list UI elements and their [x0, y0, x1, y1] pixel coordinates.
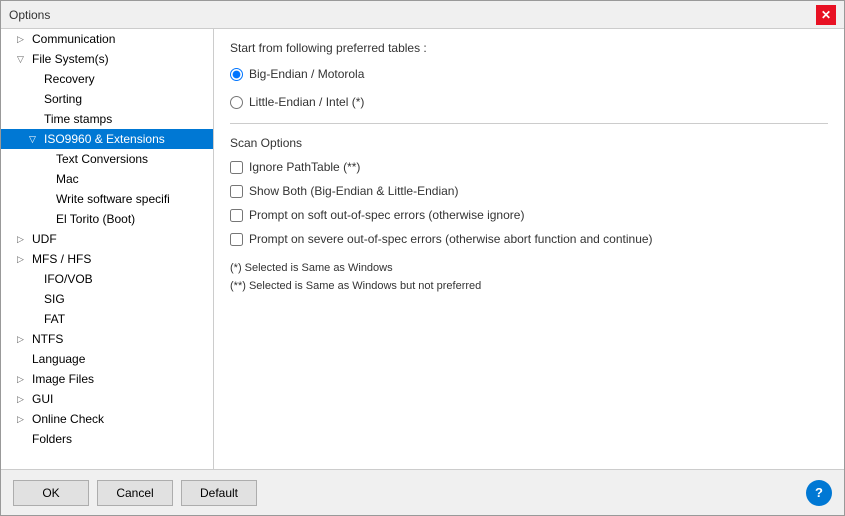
tree-label-language: Language	[32, 352, 85, 366]
scan-options-title: Scan Options	[230, 136, 828, 150]
tree-item-sorting[interactable]: Sorting	[1, 89, 213, 109]
tree-arrow-ntfs: ▷	[17, 334, 29, 345]
tree-item-el-torito[interactable]: El Torito (Boot)	[1, 209, 213, 229]
tree-item-ifo-vob[interactable]: IFO/VOB	[1, 269, 213, 289]
section-title: Start from following preferred tables :	[230, 41, 828, 55]
close-button[interactable]: ✕	[816, 5, 836, 25]
tree-arrow-udf: ▷	[17, 234, 29, 245]
tree-label-fat: FAT	[44, 312, 65, 326]
note-text: (*) Selected is Same as Windows (**) Sel…	[230, 260, 828, 295]
divider	[230, 123, 828, 124]
tree-item-write-software[interactable]: Write software specifi	[1, 189, 213, 209]
tree-item-fat[interactable]: FAT	[1, 309, 213, 329]
tree-label-folders: Folders	[32, 432, 72, 446]
radio-big-endian[interactable]: Big-Endian / Motorola	[230, 67, 828, 81]
radio-big-endian-label[interactable]: Big-Endian / Motorola	[249, 67, 364, 81]
checkbox-input-prompt-severe[interactable]	[230, 233, 243, 246]
tree-label-sig: SIG	[44, 292, 65, 306]
tree-label-ifo-vob: IFO/VOB	[44, 272, 93, 286]
tree-arrow-iso9960: ▽	[29, 134, 41, 145]
tree-item-communication[interactable]: ▷Communication	[1, 29, 213, 49]
tree-arrow-gui: ▷	[17, 394, 29, 405]
tree-item-time-stamps[interactable]: Time stamps	[1, 109, 213, 129]
tree-label-gui: GUI	[32, 392, 53, 406]
checkbox-prompt-severe[interactable]: Prompt on severe out-of-spec errors (oth…	[230, 232, 828, 246]
checkbox-label-prompt-severe[interactable]: Prompt on severe out-of-spec errors (oth…	[249, 232, 653, 246]
tree-arrow-file-systems: ▽	[17, 54, 29, 65]
checkbox-prompt-soft[interactable]: Prompt on soft out-of-spec errors (other…	[230, 208, 828, 222]
tree-item-folders[interactable]: Folders	[1, 429, 213, 449]
checkbox-label-ignore-path-table[interactable]: Ignore PathTable (**)	[249, 160, 360, 174]
window-title: Options	[9, 8, 50, 22]
note1: (*) Selected is Same as Windows	[230, 260, 828, 278]
tree-item-udf[interactable]: ▷UDF	[1, 229, 213, 249]
tree-label-text-conversions: Text Conversions	[56, 152, 148, 166]
default-button[interactable]: Default	[181, 480, 257, 506]
help-button[interactable]: ?	[806, 480, 832, 506]
radio-little-endian-label[interactable]: Little-Endian / Intel (*)	[249, 95, 364, 109]
checkbox-label-show-both[interactable]: Show Both (Big-Endian & Little-Endian)	[249, 184, 458, 198]
tree-label-mfs-hfs: MFS / HFS	[32, 252, 91, 266]
tree-item-file-systems[interactable]: ▽File System(s)	[1, 49, 213, 69]
tree-label-file-systems: File System(s)	[32, 52, 109, 66]
cancel-button[interactable]: Cancel	[97, 480, 173, 506]
tree-label-iso9960: ISO9960 & Extensions	[44, 132, 165, 146]
title-bar: Options ✕	[1, 1, 844, 29]
checkbox-input-prompt-soft[interactable]	[230, 209, 243, 222]
tree-item-iso9960[interactable]: ▽ISO9960 & Extensions	[1, 129, 213, 149]
tree-item-ntfs[interactable]: ▷NTFS	[1, 329, 213, 349]
tree-arrow-image-files: ▷	[17, 374, 29, 385]
options-window: Options ✕ ▷Communication▽File System(s)R…	[0, 0, 845, 516]
radio-little-endian[interactable]: Little-Endian / Intel (*)	[230, 95, 828, 109]
checkbox-input-ignore-path-table[interactable]	[230, 161, 243, 174]
tree-label-mac: Mac	[56, 172, 79, 186]
main-content: ▷Communication▽File System(s)RecoverySor…	[1, 29, 844, 469]
tree-arrow-online-check: ▷	[17, 414, 29, 425]
tree-item-mfs-hfs[interactable]: ▷MFS / HFS	[1, 249, 213, 269]
note2: (**) Selected is Same as Windows but not…	[230, 278, 828, 296]
tree-item-text-conversions[interactable]: Text Conversions	[1, 149, 213, 169]
tree-item-language[interactable]: Language	[1, 349, 213, 369]
tree-label-el-torito: El Torito (Boot)	[56, 212, 135, 226]
tree-item-online-check[interactable]: ▷Online Check	[1, 409, 213, 429]
tree-arrow-communication: ▷	[17, 34, 29, 45]
tree-label-sorting: Sorting	[44, 92, 82, 106]
tree-label-udf: UDF	[32, 232, 57, 246]
tree-item-recovery[interactable]: Recovery	[1, 69, 213, 89]
checkbox-ignore-path-table[interactable]: Ignore PathTable (**)	[230, 160, 828, 174]
tree-item-mac[interactable]: Mac	[1, 169, 213, 189]
tree-area[interactable]: ▷Communication▽File System(s)RecoverySor…	[1, 29, 213, 469]
tree-item-sig[interactable]: SIG	[1, 289, 213, 309]
tree-label-write-software: Write software specifi	[56, 192, 170, 206]
bottom-bar: OK Cancel Default ?	[1, 469, 844, 515]
tree-label-ntfs: NTFS	[32, 332, 63, 346]
tree-item-gui[interactable]: ▷GUI	[1, 389, 213, 409]
checkbox-label-prompt-soft[interactable]: Prompt on soft out-of-spec errors (other…	[249, 208, 524, 222]
ok-button[interactable]: OK	[13, 480, 89, 506]
left-panel: ▷Communication▽File System(s)RecoverySor…	[1, 29, 214, 469]
tree-label-recovery: Recovery	[44, 72, 95, 86]
tree-label-time-stamps: Time stamps	[44, 112, 112, 126]
tree-item-image-files[interactable]: ▷Image Files	[1, 369, 213, 389]
radio-big-endian-input[interactable]	[230, 68, 243, 81]
checkbox-input-show-both[interactable]	[230, 185, 243, 198]
tree-label-image-files: Image Files	[32, 372, 94, 386]
checkbox-show-both[interactable]: Show Both (Big-Endian & Little-Endian)	[230, 184, 828, 198]
right-panel: Start from following preferred tables : …	[214, 29, 844, 469]
tree-arrow-mfs-hfs: ▷	[17, 254, 29, 265]
tree-label-online-check: Online Check	[32, 412, 104, 426]
radio-little-endian-input[interactable]	[230, 96, 243, 109]
tree-label-communication: Communication	[32, 32, 115, 46]
